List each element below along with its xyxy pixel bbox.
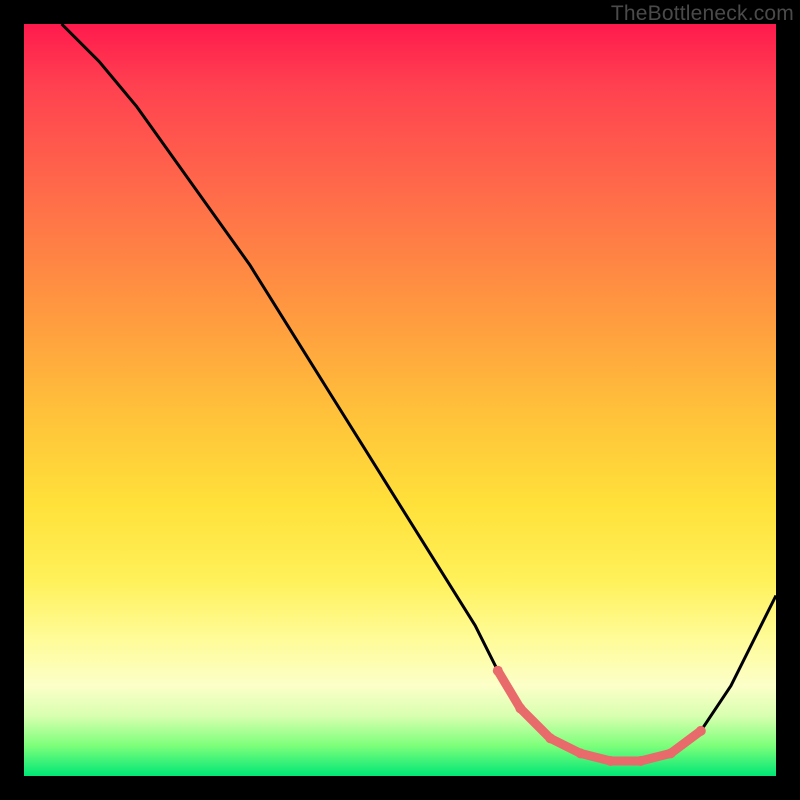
highlight-bead: [636, 756, 646, 766]
highlight-bead: [666, 748, 676, 758]
highlight-bead: [576, 748, 586, 758]
highlight-segment: [498, 671, 701, 761]
highlight-bead: [696, 726, 706, 736]
bottleneck-curve: [62, 24, 776, 761]
watermark-label: TheBottleneck.com: [611, 2, 794, 26]
chart-frame: TheBottleneck.com: [0, 0, 800, 800]
highlight-bead: [493, 666, 503, 676]
highlight-bead: [515, 703, 525, 713]
highlight-bead: [545, 733, 555, 743]
plot-area: [24, 24, 776, 776]
highlight-bead: [606, 756, 616, 766]
curve-svg: [24, 24, 776, 776]
